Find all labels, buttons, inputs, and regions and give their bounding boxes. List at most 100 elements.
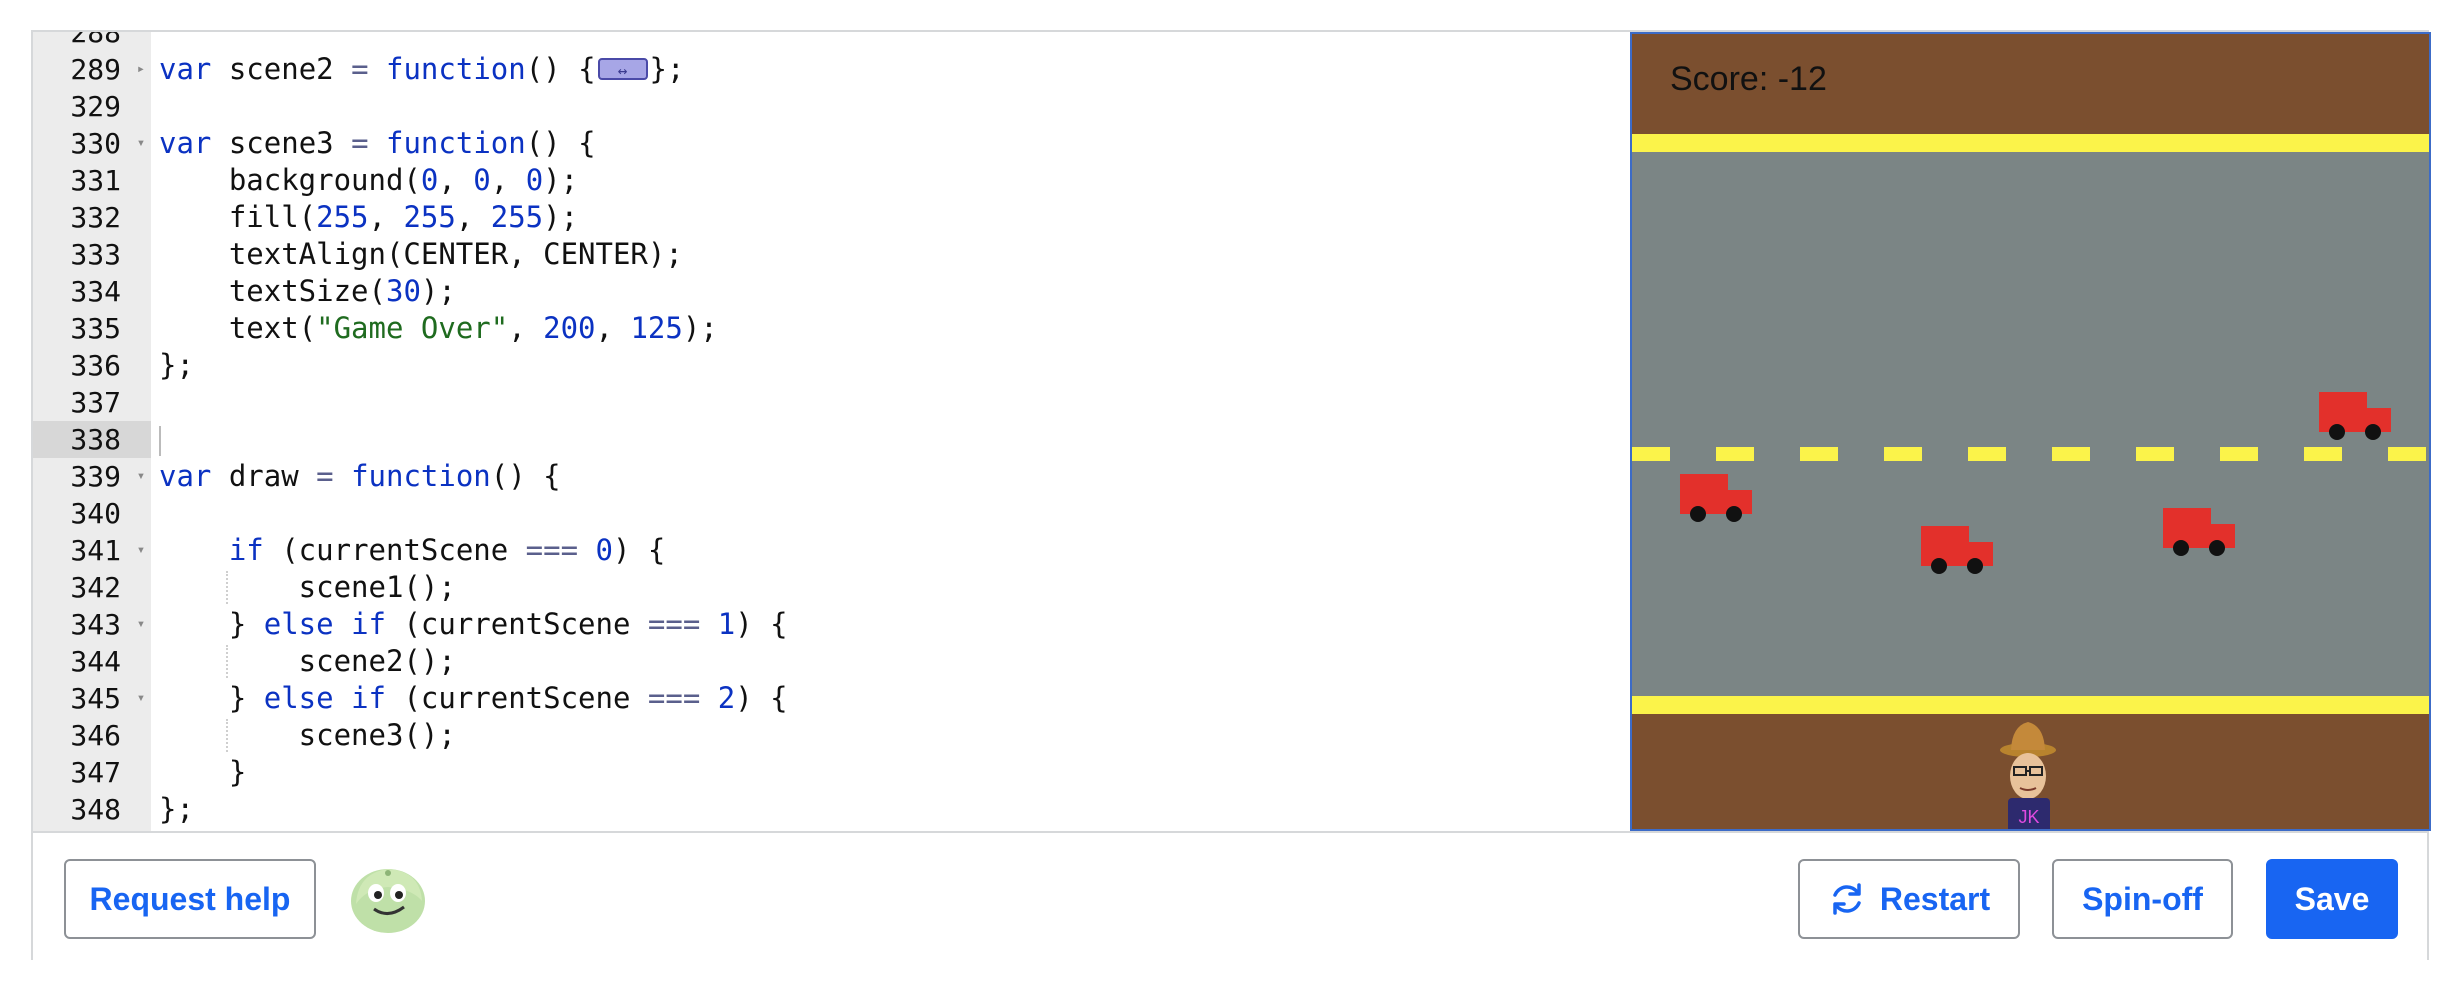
code-text: } else if (currentScene === 2) { xyxy=(159,681,788,715)
code-text xyxy=(159,421,161,458)
code-line[interactable]: 347 } xyxy=(33,754,1630,791)
code-text: var scene3 = function() { xyxy=(159,126,596,160)
line-number: 337 xyxy=(70,386,121,419)
code-line[interactable]: 342 scene1(); xyxy=(33,569,1630,606)
fold-expand-icon[interactable]: ▸ xyxy=(133,51,149,88)
code-line[interactable]: 345 ▾ } else if (currentScene === 2) { xyxy=(33,680,1630,717)
line-number: 332 xyxy=(70,201,121,234)
code-line[interactable]: 331 background(0, 0, 0); xyxy=(33,162,1630,199)
spin-off-button[interactable]: Spin-off xyxy=(2052,859,2233,939)
line-number: 347 xyxy=(70,756,121,789)
code-text: }; xyxy=(159,792,194,826)
code-line[interactable]: 346 scene3(); xyxy=(33,717,1630,754)
text-cursor xyxy=(159,426,161,456)
code-text: fill(255, 255, 255); xyxy=(159,200,579,234)
bottom-toolbar: Request help Restart Spin-off Save xyxy=(33,831,2427,960)
code-line[interactable]: 340 xyxy=(33,495,1630,532)
wheel xyxy=(1967,558,1983,574)
fold-collapse-icon[interactable]: ▾ xyxy=(133,458,149,495)
road-edge-top xyxy=(1632,134,2429,152)
code-lines[interactable]: 288289▸var scene2 = function() {};329330… xyxy=(33,32,1630,828)
line-number: 338 xyxy=(33,421,151,458)
code-line[interactable]: 344 scene2(); xyxy=(33,643,1630,680)
program-output-canvas[interactable]: JK Score: -12 xyxy=(1630,32,2431,831)
code-text: text("Game Over", 200, 125); xyxy=(159,311,718,345)
code-line[interactable]: 333 textAlign(CENTER, CENTER); xyxy=(33,236,1630,273)
restart-button[interactable]: Restart xyxy=(1798,859,2020,939)
player-initials: JK xyxy=(2018,807,2039,827)
code-text: var draw = function() { xyxy=(159,459,561,493)
lane-dash xyxy=(2052,447,2090,461)
code-line[interactable]: 341 ▾ if (currentScene === 0) { xyxy=(33,532,1630,569)
code-line[interactable]: 338 xyxy=(33,421,1630,458)
wheel xyxy=(1690,506,1706,522)
lane-dash xyxy=(2388,447,2426,461)
code-text: scene2(); xyxy=(159,644,456,678)
road-edge-bottom xyxy=(1632,696,2429,714)
line-number: 348 xyxy=(70,793,121,826)
score-label: Score: -12 xyxy=(1670,60,1827,98)
line-number: 336 xyxy=(70,349,121,382)
indent-guide xyxy=(226,571,228,604)
request-help-button[interactable]: Request help xyxy=(64,859,316,939)
code-text: textSize(30); xyxy=(159,274,456,308)
wheel xyxy=(1726,506,1742,522)
code-line[interactable]: 335 text("Game Over", 200, 125); xyxy=(33,310,1630,347)
wheel xyxy=(2365,424,2381,440)
line-number: 329 xyxy=(70,90,121,123)
code-line[interactable]: 334 textSize(30); xyxy=(33,273,1630,310)
request-help-label: Request help xyxy=(89,880,291,917)
line-number: 346 xyxy=(70,719,121,752)
code-line[interactable]: 339 ▾ var draw = function() { xyxy=(33,458,1630,495)
indent-guide xyxy=(226,719,228,752)
code-text: var scene2 = function() {}; xyxy=(159,51,684,89)
spin-off-label: Spin-off xyxy=(2082,880,2203,917)
code-line[interactable]: 289▸var scene2 = function() {}; xyxy=(33,51,1630,89)
code-line[interactable]: 329 xyxy=(33,88,1630,125)
code-line[interactable]: 332 fill(255, 255, 255); xyxy=(33,199,1630,236)
wheel xyxy=(2173,540,2189,556)
lane-dash xyxy=(1884,447,1922,461)
lane-dash xyxy=(1800,447,1838,461)
lane-dash xyxy=(1716,447,1754,461)
fold-collapse-icon[interactable]: ▾ xyxy=(133,532,149,569)
code-line[interactable]: 343 ▾ } else if (currentScene === 1) { xyxy=(33,606,1630,643)
fold-collapse-icon[interactable]: ▾ xyxy=(133,125,149,162)
line-number: 340 xyxy=(70,497,121,530)
code-line[interactable]: 337 xyxy=(33,384,1630,421)
code-text: textAlign(CENTER, CENTER); xyxy=(159,237,683,271)
code-text: scene1(); xyxy=(159,570,456,604)
game-scene: JK xyxy=(1632,34,2429,829)
folded-code-marker-icon[interactable] xyxy=(597,52,648,89)
fold-collapse-icon[interactable]: ▾ xyxy=(133,680,149,717)
wheel xyxy=(2209,540,2225,556)
restart-label: Restart xyxy=(1879,880,1991,917)
line-number: 333 xyxy=(70,238,121,271)
road xyxy=(1632,152,2429,696)
lane-dash xyxy=(2304,447,2342,461)
lane-dash xyxy=(2220,447,2258,461)
wheel xyxy=(1931,558,1947,574)
code-line[interactable]: 288 xyxy=(33,32,1630,51)
code-line[interactable]: 336}; xyxy=(33,347,1630,384)
code-line[interactable]: 330 ▾ var scene3 = function() { xyxy=(33,125,1630,162)
lane-dash xyxy=(1968,447,2006,461)
line-number: 342 xyxy=(70,571,121,604)
avatar xyxy=(348,859,428,935)
program-editor-frame: 288289▸var scene2 = function() {};329330… xyxy=(31,30,2431,960)
code-editor[interactable]: 288289▸var scene2 = function() {};329330… xyxy=(33,32,1630,831)
code-text: } else if (currentScene === 1) { xyxy=(159,607,788,641)
line-number: 344 xyxy=(70,645,121,678)
code-text: if (currentScene === 0) { xyxy=(228,533,666,567)
code-text: } xyxy=(159,755,247,789)
line-number: 331 xyxy=(70,164,121,197)
indent-guide xyxy=(226,645,228,678)
fold-collapse-icon[interactable]: ▾ xyxy=(133,606,149,643)
line-number: 288 xyxy=(70,32,121,49)
code-text: }; xyxy=(159,348,194,382)
save-label: Save xyxy=(2294,880,2370,917)
code-line[interactable]: 348}; xyxy=(33,791,1630,828)
wheel xyxy=(2329,424,2345,440)
save-button[interactable]: Save xyxy=(2266,859,2398,939)
lane-dash xyxy=(1632,447,1670,461)
